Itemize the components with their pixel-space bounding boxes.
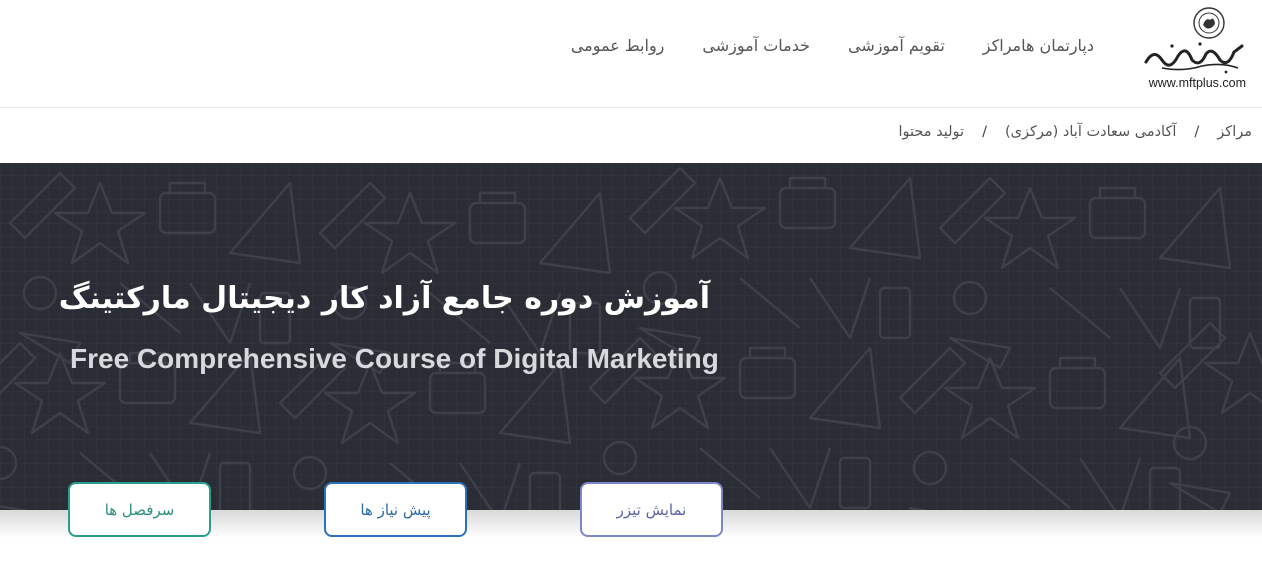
site-logo[interactable]: www.mftplus.com bbox=[1144, 4, 1254, 94]
nav-item-services[interactable]: خدمات آموزشی bbox=[702, 36, 810, 62]
nav-item-centers[interactable]: مراکز bbox=[983, 36, 1021, 62]
breadcrumb-separator: / bbox=[1194, 124, 1200, 140]
prerequisites-button[interactable]: پیش نیاز ها bbox=[324, 482, 467, 537]
teaser-button[interactable]: نمایش تیزر bbox=[580, 482, 723, 537]
syllabus-button[interactable]: سرفصل ها bbox=[68, 482, 211, 537]
logo-script-text bbox=[1144, 42, 1244, 74]
main-nav: دپارتمان ها مراکز تقویم آموزشی خدمات آمو… bbox=[533, 36, 1094, 62]
course-title-fa: آموزش دوره جامع آزاد کار دیجیتال مارکتین… bbox=[58, 281, 710, 316]
breadcrumb-item-centers[interactable]: مراکز bbox=[1217, 124, 1252, 140]
logo-url: www.mftplus.com bbox=[1148, 76, 1246, 90]
breadcrumb-item-current: تولید محتوا bbox=[898, 124, 965, 140]
site-header: www.mftplus.com دپارتمان ها مراکز تقویم … bbox=[0, 0, 1262, 108]
nav-item-public-relations[interactable]: روابط عمومی bbox=[571, 36, 665, 62]
school-doodle-pattern bbox=[0, 163, 1262, 510]
breadcrumb: مراکز / آکادمی سعادت آباد (مرکزی) / تولید مح… bbox=[899, 124, 1252, 140]
breadcrumb-item-academy[interactable]: آکادمی سعادت آباد (مرکزی) bbox=[1005, 124, 1176, 140]
course-title-en: Free Comprehensive Course of Digital Mar… bbox=[70, 343, 719, 374]
course-hero-banner: آموزش دوره جامع آزاد کار دیجیتال مارکتین… bbox=[0, 163, 1262, 510]
breadcrumb-separator: / bbox=[982, 124, 987, 140]
nav-item-departments[interactable]: دپارتمان ها bbox=[1021, 36, 1094, 62]
nav-item-calendar[interactable]: تقویم آموزشی bbox=[848, 36, 945, 62]
logo-seal-icon bbox=[1193, 7, 1225, 39]
